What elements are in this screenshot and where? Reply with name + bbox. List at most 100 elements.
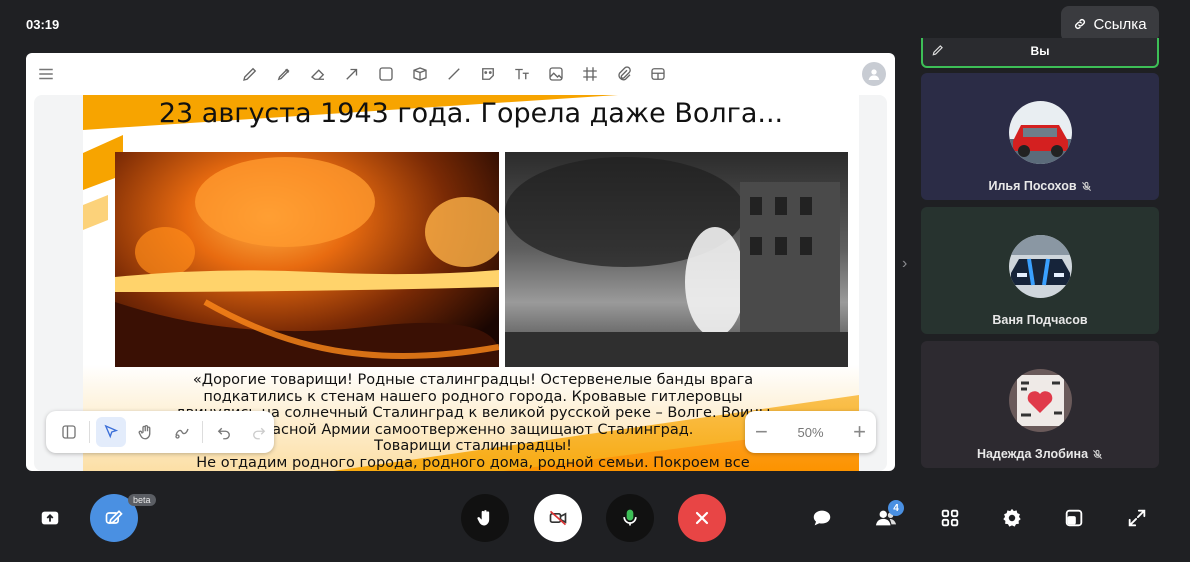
marker-tool[interactable] bbox=[272, 63, 296, 85]
participant-tile[interactable]: Илья Посохов bbox=[921, 73, 1159, 200]
avatar-car-blue bbox=[1009, 235, 1072, 298]
grid-tool[interactable] bbox=[578, 63, 602, 85]
line-tool[interactable] bbox=[442, 63, 466, 85]
fullscreen-button[interactable] bbox=[1124, 505, 1150, 531]
menu-icon[interactable] bbox=[37, 65, 55, 83]
cube-icon bbox=[413, 67, 427, 81]
image-icon bbox=[549, 67, 563, 81]
canvas-tools-panel bbox=[46, 411, 274, 453]
text-tool[interactable] bbox=[510, 63, 534, 85]
sticker-tool[interactable] bbox=[476, 63, 500, 85]
avatar bbox=[1009, 101, 1072, 164]
participant-name-text: Надежда Злобина bbox=[976, 447, 1089, 461]
pencil-icon bbox=[243, 67, 257, 81]
slide-title: 23 августа 1943 года. Горела даже Волга.… bbox=[158, 98, 784, 129]
slide-text-line: подкатились к стенам нашего родного горо… bbox=[203, 388, 743, 405]
hand-icon bbox=[477, 510, 490, 526]
participant-name: Илья Посохов bbox=[921, 179, 1159, 193]
self-tile[interactable]: Вы bbox=[921, 38, 1159, 68]
arrow-tool[interactable] bbox=[340, 63, 364, 85]
mic-muted-icon bbox=[1081, 181, 1091, 191]
microphone-button[interactable] bbox=[606, 494, 654, 542]
zoom-level: 50% bbox=[797, 424, 824, 440]
laser-tool-button[interactable] bbox=[167, 417, 196, 447]
upload-screen-icon bbox=[41, 511, 59, 525]
avatar-car-red bbox=[1009, 101, 1072, 164]
participants-count-badge: 4 bbox=[888, 500, 904, 516]
self-name: Вы bbox=[1030, 44, 1050, 58]
select-tool-button[interactable] bbox=[96, 417, 126, 447]
participant-name-text: Илья Посохов bbox=[988, 179, 1077, 193]
chat-button[interactable] bbox=[809, 505, 835, 531]
frame-icon bbox=[583, 67, 597, 81]
hand-tool-button[interactable] bbox=[132, 417, 161, 447]
participant-name: Надежда Злобина bbox=[921, 447, 1159, 461]
participant-name-text: Ваня Подчасов bbox=[992, 313, 1088, 327]
slide-text-line: Не отдадим родного города, родного дома,… bbox=[196, 454, 750, 471]
share-link-button[interactable]: Ссылка bbox=[1061, 6, 1159, 42]
zoom-in-button[interactable]: + bbox=[853, 419, 866, 445]
avatar-heart-sign bbox=[1009, 369, 1072, 432]
link-icon bbox=[1075, 19, 1086, 29]
camera-toggle-button[interactable] bbox=[534, 494, 582, 542]
picture-in-picture-button[interactable] bbox=[1061, 505, 1087, 531]
call-timer: 03:19 bbox=[26, 17, 60, 32]
whiteboard-toolbar bbox=[26, 53, 895, 95]
burning-city-photo-art bbox=[505, 157, 848, 367]
eraser-tool[interactable] bbox=[306, 63, 330, 85]
text-icon bbox=[515, 68, 529, 80]
image-tool[interactable] bbox=[544, 63, 568, 85]
redo-button[interactable] bbox=[245, 417, 274, 447]
cursor-icon bbox=[104, 424, 119, 439]
divider bbox=[202, 421, 204, 443]
undo-button[interactable] bbox=[209, 417, 238, 447]
layout-grid-button[interactable] bbox=[937, 505, 963, 531]
beta-badge: beta bbox=[128, 494, 156, 506]
sidebar-toggle-button[interactable] bbox=[54, 417, 83, 447]
end-call-button[interactable] bbox=[678, 494, 726, 542]
user-avatar-icon[interactable] bbox=[862, 62, 886, 86]
grid-icon bbox=[941, 509, 959, 527]
rectangle-tool[interactable] bbox=[374, 63, 398, 85]
table-tool[interactable] bbox=[646, 63, 670, 85]
fire-photo-art bbox=[115, 157, 499, 367]
video-call-screen: 03:19 Ссылка 23 августа 1943 года. Горел… bbox=[0, 0, 1190, 562]
laser-icon bbox=[175, 428, 189, 439]
divider bbox=[89, 421, 91, 443]
undo-icon bbox=[217, 427, 230, 440]
participant-tile[interactable]: Ваня Подчасов bbox=[921, 207, 1159, 334]
settings-button[interactable] bbox=[999, 505, 1025, 531]
participant-tile[interactable]: Надежда Злобина bbox=[921, 341, 1159, 468]
table-icon bbox=[651, 68, 665, 80]
redo-icon bbox=[253, 427, 266, 440]
pencil-tool[interactable] bbox=[238, 63, 262, 85]
mic-muted-icon bbox=[1093, 449, 1103, 459]
whiteboard: 23 августа 1943 года. Горела даже Волга.… bbox=[26, 53, 895, 471]
rectangle-icon bbox=[379, 67, 393, 81]
sticker-icon bbox=[482, 68, 494, 80]
camera-off-icon bbox=[549, 510, 567, 526]
burning-city-photo bbox=[505, 152, 848, 367]
hand-icon bbox=[138, 424, 151, 440]
close-icon bbox=[695, 511, 709, 525]
pip-icon bbox=[1065, 509, 1083, 527]
raise-hand-button[interactable] bbox=[461, 494, 509, 542]
attach-tool[interactable] bbox=[612, 63, 636, 85]
gear-icon bbox=[1003, 508, 1021, 527]
participant-name: Ваня Подчасов bbox=[921, 313, 1159, 327]
avatar bbox=[1009, 369, 1072, 432]
shape3d-tool[interactable] bbox=[408, 63, 432, 85]
chevron-right-icon[interactable]: › bbox=[902, 255, 907, 273]
arrow-icon bbox=[346, 68, 358, 80]
share-link-label: Ссылка bbox=[1093, 15, 1147, 33]
eraser-icon bbox=[310, 69, 325, 80]
sidebar-icon bbox=[61, 425, 76, 439]
expand-icon bbox=[1128, 509, 1146, 527]
marker-icon bbox=[277, 68, 290, 81]
share-screen-button[interactable] bbox=[37, 505, 63, 531]
mic-icon bbox=[623, 509, 637, 526]
line-icon bbox=[448, 68, 460, 80]
whiteboard-icon bbox=[105, 510, 123, 525]
zoom-out-button[interactable]: − bbox=[755, 419, 768, 445]
fire-photo bbox=[115, 152, 499, 367]
